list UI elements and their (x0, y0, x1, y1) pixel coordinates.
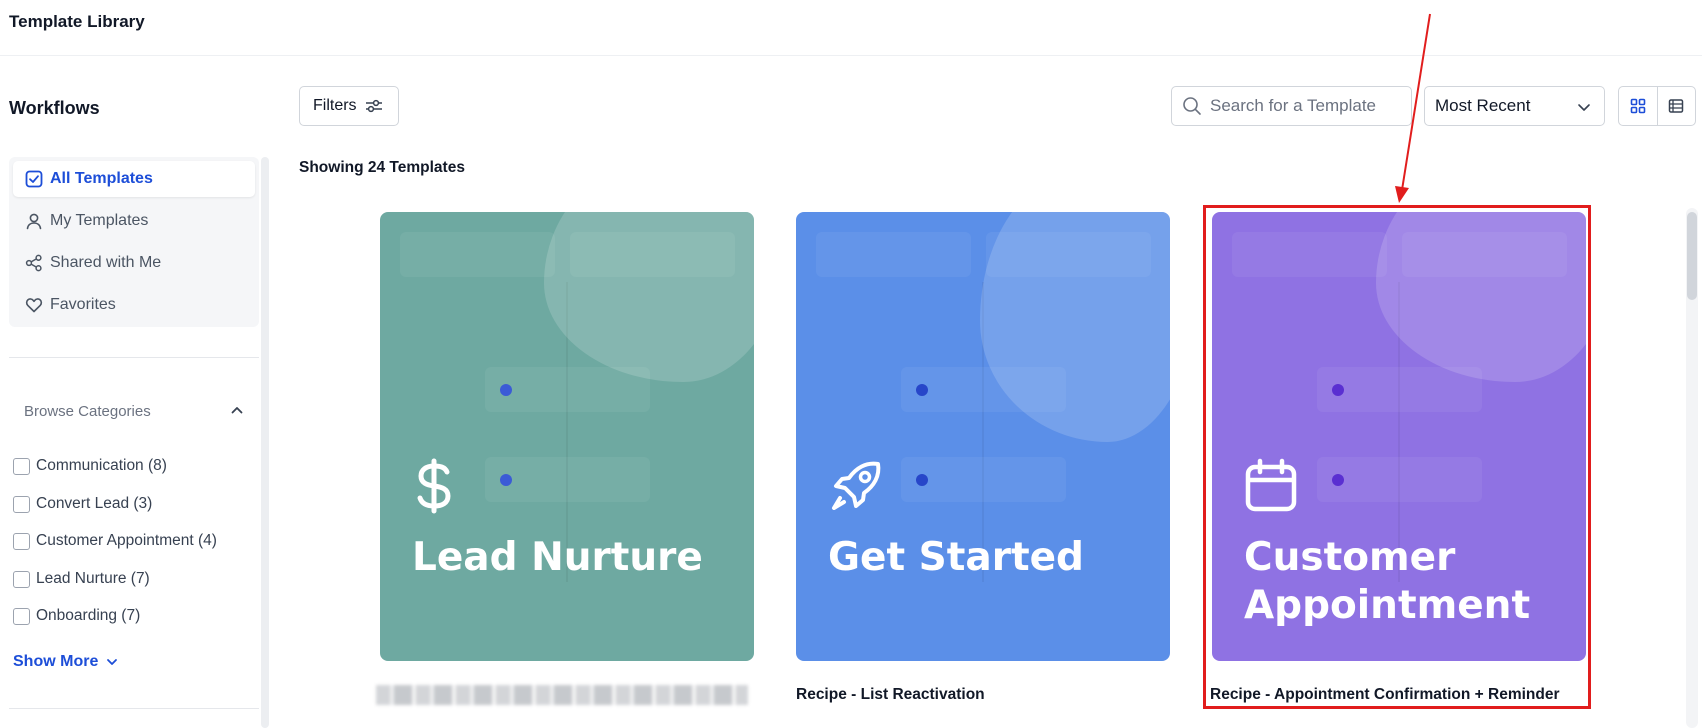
divider (9, 708, 259, 709)
card-preview-dot (500, 474, 512, 486)
chevron-down-icon (1576, 99, 1592, 120)
card-preview-node (400, 232, 555, 277)
show-more-label: Show More (13, 653, 99, 670)
category-customer-appointment[interactable]: Customer Appointment (4) (13, 530, 217, 552)
list-icon (1668, 98, 1684, 114)
scrollbar-thumb[interactable] (1687, 212, 1697, 300)
filters-button[interactable]: Filters (299, 86, 399, 126)
category-label: Lead Nurture (7) (36, 570, 150, 587)
sidebar-item-all-templates[interactable]: All Templates (13, 161, 255, 197)
main-scrollbar[interactable] (1686, 208, 1698, 728)
results-count: Showing 24 Templates (299, 159, 465, 176)
page-title: Template Library (9, 12, 145, 31)
browse-categories-title: Browse Categories (24, 403, 151, 420)
grid-icon (1630, 98, 1646, 114)
sidebar-nav: All Templates My Templates Shared with M… (9, 157, 259, 327)
search-input[interactable] (1210, 96, 1400, 116)
sidebar-item-label: Favorites (50, 296, 116, 313)
browse-categories-header[interactable]: Browse Categories (24, 403, 244, 420)
sidebar-item-my-templates[interactable]: My Templates (13, 203, 255, 239)
card-title: Get Started (828, 535, 1084, 580)
category-checkbox[interactable] (13, 495, 30, 513)
highlight-box (1203, 205, 1591, 709)
category-communication[interactable]: Communication (8) (13, 455, 167, 477)
divider (9, 357, 259, 358)
card-caption-redacted (376, 685, 748, 705)
card-preview-node (816, 232, 971, 277)
category-label: Customer Appointment (4) (36, 532, 217, 549)
dollar-icon (412, 458, 456, 519)
user-icon (24, 211, 44, 231)
heart-icon (24, 295, 44, 315)
card-preview-dot (916, 474, 928, 486)
show-more-button[interactable]: Show More (13, 653, 118, 671)
chevron-down-icon (106, 656, 118, 668)
share-icon (24, 253, 44, 273)
template-card-get-started[interactable]: Get Started (796, 212, 1170, 661)
category-checkbox[interactable] (13, 570, 30, 588)
category-label: Onboarding (7) (36, 607, 141, 624)
sidebar-item-label: My Templates (50, 212, 149, 229)
sidebar-item-shared-with-me[interactable]: Shared with Me (13, 245, 255, 281)
card-title: Lead Nurture (412, 535, 703, 580)
search-icon (1182, 96, 1202, 116)
card-decoration (544, 212, 754, 382)
category-checkbox[interactable] (13, 532, 30, 550)
sliders-icon (365, 99, 383, 113)
sort-value: Most Recent (1435, 96, 1531, 115)
rocket-icon (828, 458, 884, 519)
sort-select[interactable]: Most Recent (1424, 86, 1605, 126)
top-bar: Template Library (0, 0, 1702, 56)
view-toggle (1618, 86, 1696, 126)
card-preview-dot (916, 384, 928, 396)
sidebar-scrollbar[interactable] (261, 157, 269, 728)
search-box[interactable] (1171, 86, 1412, 126)
category-lead-nurture[interactable]: Lead Nurture (7) (13, 568, 150, 590)
chevron-up-icon[interactable] (230, 403, 244, 421)
sidebar-item-favorites[interactable]: Favorites (13, 287, 255, 323)
category-label: Convert Lead (3) (36, 495, 153, 512)
category-checkbox[interactable] (13, 607, 30, 625)
category-onboarding[interactable]: Onboarding (7) (13, 605, 140, 627)
category-convert-lead[interactable]: Convert Lead (3) (13, 493, 152, 515)
template-card-lead-nurture[interactable]: Lead Nurture (380, 212, 754, 661)
card-caption[interactable]: Recipe - List Reactivation (796, 686, 985, 704)
grid-view-button[interactable] (1619, 87, 1657, 125)
category-label: Communication (8) (36, 457, 167, 474)
list-view-button[interactable] (1656, 87, 1695, 125)
sidebar-item-label: All Templates (50, 170, 153, 187)
sidebar-item-label: Shared with Me (50, 254, 162, 271)
section-title: Workflows (9, 98, 100, 118)
card-preview-dot (500, 384, 512, 396)
category-checkbox[interactable] (13, 457, 30, 475)
filters-label: Filters (313, 97, 357, 114)
checkbox-icon (24, 169, 44, 189)
